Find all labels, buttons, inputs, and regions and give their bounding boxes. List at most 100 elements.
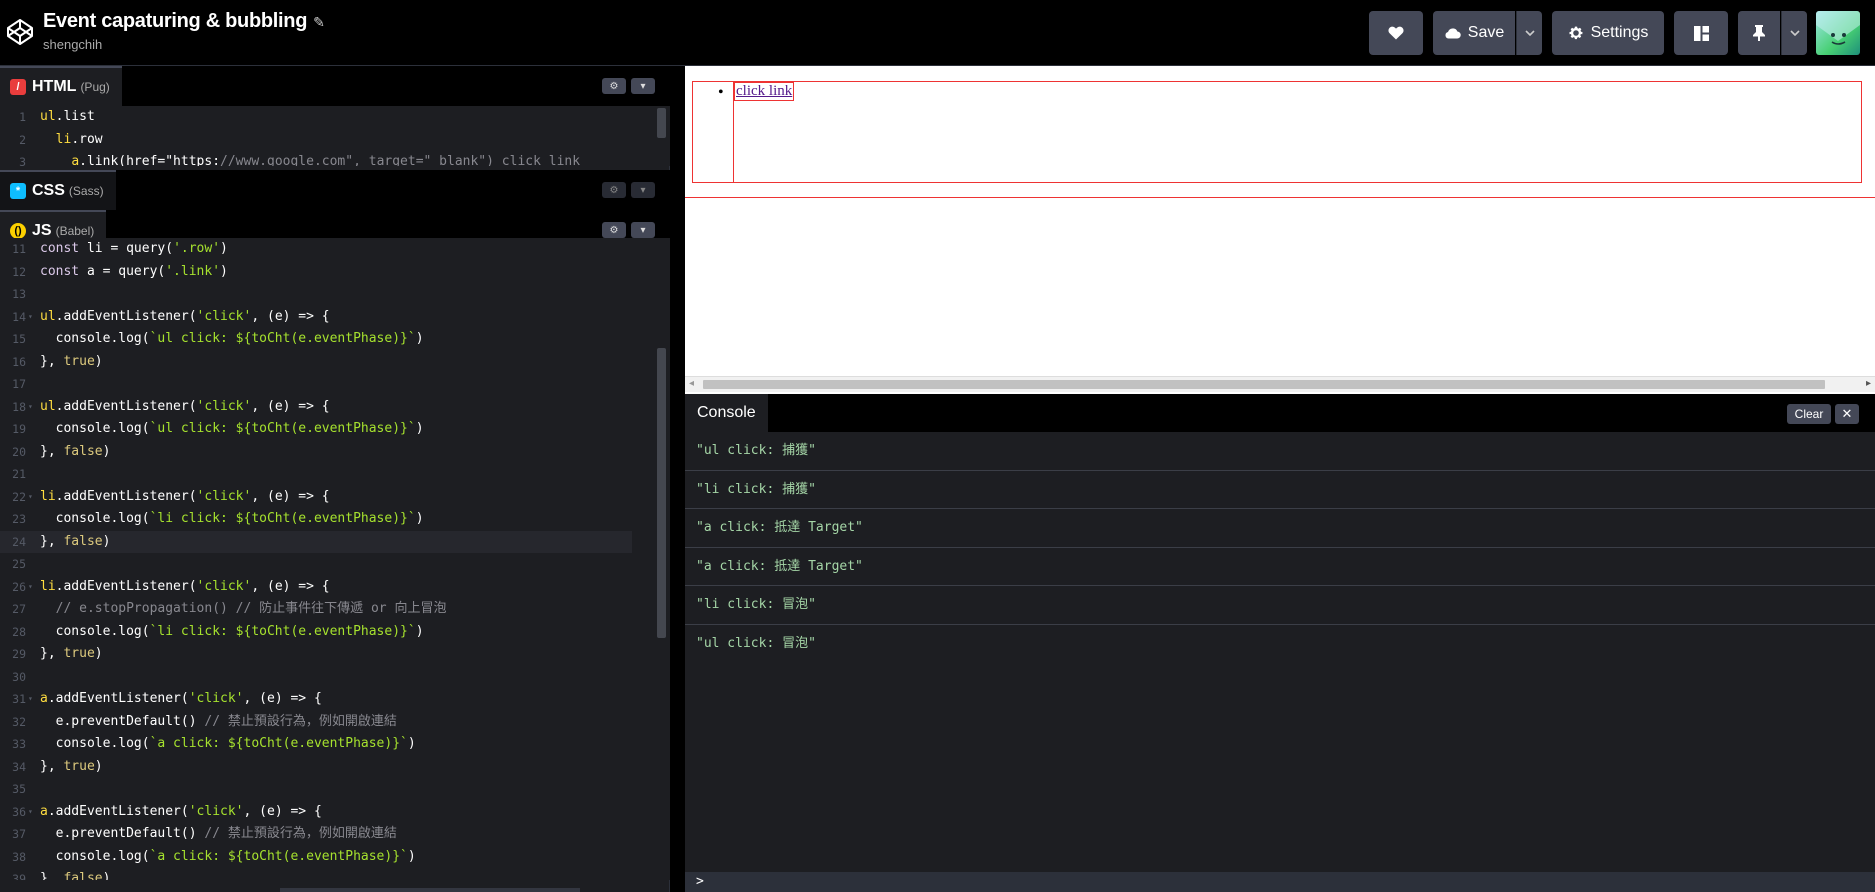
code-line[interactable]: 39}, false) xyxy=(0,868,670,880)
js-scrollbar[interactable] xyxy=(657,348,666,638)
html-code-area[interactable]: 1 ul.list 2 li.row 3 a.link(href="https://w… xyxy=(0,106,670,166)
code-line[interactable]: 25 xyxy=(0,553,670,576)
code-line[interactable]: 37 e.preventDefault() // 禁止預設行為，例如開啟連結 xyxy=(0,823,670,846)
code-line[interactable]: 12 const a = query('.link') xyxy=(0,261,670,284)
preview-click-link[interactable]: click link xyxy=(734,82,795,101)
fold-arrow-icon[interactable]: ▾ xyxy=(28,688,33,711)
line-number: 22 xyxy=(12,489,26,504)
preview-ul-list: • click link xyxy=(692,81,1862,183)
code-line[interactable]: 17 xyxy=(0,373,670,396)
code-line[interactable]: 31 ▾ a.addEventListener('click', (e) => { xyxy=(0,688,670,711)
js-hscrollbar[interactable] xyxy=(280,888,580,892)
html-scrollbar[interactable] xyxy=(657,108,666,138)
result-preview: • click link xyxy=(685,66,1875,394)
code-line[interactable]: 22 ▾ li.addEventListener('click', (e) => { xyxy=(0,486,670,509)
code-text: li.addEventListener('click', (e) => { xyxy=(40,488,330,504)
fold-arrow-icon[interactable]: ▾ xyxy=(28,306,33,329)
code-line[interactable]: 38 console.log(`a click: ${toCht(e.event… xyxy=(0,846,670,869)
console-close-icon[interactable]: ✕ xyxy=(1835,404,1859,424)
chevron-down-icon: ▾ xyxy=(640,80,646,92)
line-number: 31 xyxy=(12,692,26,706)
code-line[interactable]: 23 console.log(`li click: ${toCht(e.even… xyxy=(0,508,670,531)
html-editor-header: / HTML (Pug) ⚙ ▾ xyxy=(0,66,670,106)
code-line[interactable]: 29}, true) xyxy=(0,643,670,666)
code-text: }, false) xyxy=(40,533,111,549)
code-text: console.log(`a click: ${toCht(e.eventPha… xyxy=(40,736,416,751)
console-log-entry: "a click: 抵達 Target" xyxy=(685,509,1875,548)
change-view-button[interactable] xyxy=(1674,11,1728,55)
author-name[interactable]: shengchih xyxy=(43,37,102,52)
codepen-logo-icon[interactable] xyxy=(5,17,35,47)
code-text: console.log(`ul click: ${toCht(e.eventPh… xyxy=(40,421,424,436)
code-line[interactable]: 14 ▾ ul.addEventListener('click', (e) => { xyxy=(0,306,670,329)
code-line[interactable]: 35 xyxy=(0,778,670,801)
code-line[interactable]: 13 xyxy=(0,283,670,306)
code-line[interactable]: 1 ul.list xyxy=(0,106,670,129)
html-editor-tab[interactable]: / HTML (Pug) xyxy=(0,66,122,106)
html-settings-button[interactable]: ⚙ xyxy=(602,78,626,94)
pin-icon xyxy=(1753,25,1765,41)
code-line[interactable]: 36 ▾ a.addEventListener('click', (e) => { xyxy=(0,801,670,824)
code-line[interactable]: 27 // e.stopPropagation() // 防止事件往下傳遞 or… xyxy=(0,598,670,621)
settings-button[interactable]: Settings xyxy=(1552,11,1664,55)
save-options-dropdown[interactable] xyxy=(1516,11,1542,55)
code-line[interactable]: 20}, false) xyxy=(0,441,670,464)
js-collapse-button[interactable]: ▾ xyxy=(631,222,655,238)
code-line[interactable]: 15 console.log(`ul click: ${toCht(e.even… xyxy=(0,328,670,351)
code-line[interactable]: 11 const li = query('.row') xyxy=(0,238,670,261)
pin-button[interactable] xyxy=(1738,11,1780,55)
code-line[interactable]: 21 xyxy=(0,463,670,486)
code-line[interactable]: 3 a.link(href="https://www.google.com", … xyxy=(0,151,670,166)
code-text: e.preventDefault() // 禁止預設行為，例如開啟連結 xyxy=(40,713,397,729)
line-number: 38 xyxy=(12,849,26,864)
scroll-left-arrow-icon[interactable]: ◂ xyxy=(689,378,694,389)
code-text: ul.addEventListener('click', (e) => { xyxy=(40,308,330,324)
like-button[interactable] xyxy=(1369,11,1423,55)
code-line[interactable]: 33 console.log(`a click: ${toCht(e.event… xyxy=(0,733,670,756)
line-number: 37 xyxy=(12,827,26,841)
fold-arrow-icon[interactable]: ▾ xyxy=(28,801,33,824)
code-line[interactable]: 2 li.row xyxy=(0,129,670,152)
code-line[interactable]: 34}, true) xyxy=(0,756,670,779)
css-settings-button[interactable]: ⚙ xyxy=(602,182,626,198)
console-input[interactable]: > xyxy=(685,872,1875,892)
code-line[interactable]: 26 ▾ li.addEventListener('click', (e) => { xyxy=(0,576,670,599)
code-line[interactable]: 30 xyxy=(0,666,670,689)
pen-title[interactable]: Event capaturing & bubbling ✎ xyxy=(43,10,325,33)
code-line[interactable]: 19 console.log(`ul click: ${toCht(e.even… xyxy=(0,418,670,441)
html-collapse-button[interactable]: ▾ xyxy=(631,78,655,94)
console-log-entry: "li click: 捕獲" xyxy=(685,471,1875,509)
line-number: 32 xyxy=(12,714,26,729)
edit-title-pencil-icon[interactable]: ✎ xyxy=(313,14,325,30)
console-tab[interactable]: Console xyxy=(685,394,768,432)
fold-arrow-icon[interactable]: ▾ xyxy=(28,396,33,419)
pin-options-dropdown[interactable] xyxy=(1781,11,1807,55)
code-line[interactable]: 28 console.log(`li click: ${toCht(e.even… xyxy=(0,621,670,644)
preview-scroll-thumb[interactable] xyxy=(703,380,1825,389)
console-log-entry: "a click: 抵達 Target" xyxy=(685,548,1875,586)
line-number: 27 xyxy=(12,602,26,616)
js-preprocessor-label: (Babel) xyxy=(55,224,95,238)
preview-horizontal-scrollbar[interactable]: ◂ ▸ xyxy=(685,376,1875,392)
fold-arrow-icon[interactable]: ▾ xyxy=(28,486,33,509)
line-number: 11 xyxy=(12,242,26,256)
js-code-area[interactable]: 11 const li = query('.row') 12 const a = qu… xyxy=(0,238,670,880)
css-collapse-button[interactable]: ▾ xyxy=(631,182,655,198)
code-line[interactable]: 16}, true) xyxy=(0,351,670,374)
code-text: }, true) xyxy=(40,353,103,369)
fold-arrow-icon[interactable]: ▾ xyxy=(28,576,33,599)
js-settings-button[interactable]: ⚙ xyxy=(602,222,626,238)
console-log-entry: "ul click: 冒泡" xyxy=(696,635,816,651)
line-number: 36 xyxy=(12,804,26,819)
console-clear-button[interactable]: Clear xyxy=(1787,404,1831,424)
code-text: }, false) xyxy=(40,443,111,459)
css-editor-tab[interactable]: * CSS (Sass) xyxy=(0,170,116,210)
code-line[interactable]: 32 e.preventDefault() // 禁止預設行為，例如開啟連結 xyxy=(0,711,670,734)
save-button[interactable]: Save xyxy=(1433,11,1515,55)
user-avatar[interactable] xyxy=(1816,11,1860,55)
line-number: 15 xyxy=(12,332,26,346)
scroll-right-arrow-icon[interactable]: ▸ xyxy=(1866,378,1871,389)
line-number: 12 xyxy=(12,264,26,279)
code-line[interactable]: 24}, false) xyxy=(0,530,632,553)
code-line[interactable]: 18 ▾ ul.addEventListener('click', (e) => { xyxy=(0,396,670,419)
